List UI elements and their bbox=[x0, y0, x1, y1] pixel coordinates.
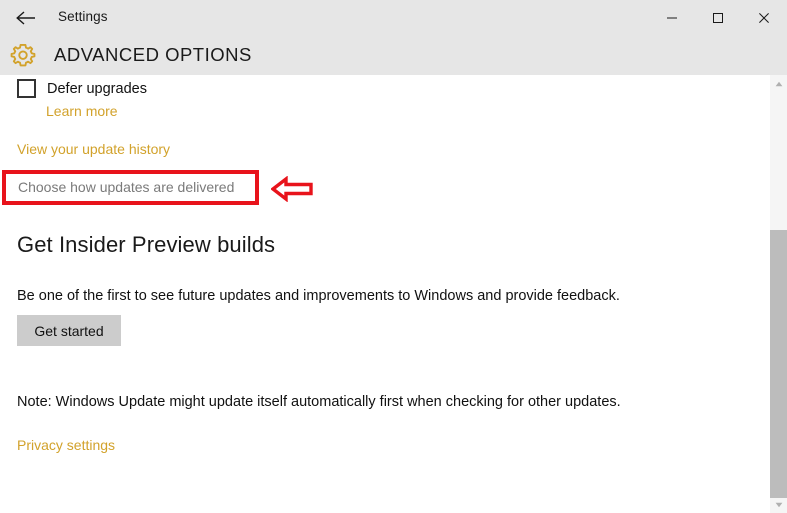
window-title: Settings bbox=[58, 9, 108, 24]
defer-upgrades-label: Defer upgrades bbox=[47, 80, 147, 97]
insider-section-description: Be one of the first to see future update… bbox=[17, 288, 620, 304]
page-header: ADVANCED OPTIONS bbox=[0, 36, 787, 75]
gear-icon bbox=[8, 41, 38, 71]
vertical-scrollbar[interactable] bbox=[770, 75, 787, 513]
maximize-icon bbox=[712, 12, 724, 24]
scroll-down-arrow-icon[interactable] bbox=[770, 496, 787, 513]
close-button[interactable] bbox=[741, 0, 787, 36]
update-note-text: Note: Windows Update might update itself… bbox=[17, 394, 621, 410]
window-controls bbox=[649, 0, 787, 36]
insider-section-heading: Get Insider Preview builds bbox=[17, 232, 276, 257]
maximize-button[interactable] bbox=[695, 0, 741, 36]
learn-more-link[interactable]: Learn more bbox=[46, 103, 118, 119]
get-started-button[interactable]: Get started bbox=[17, 315, 121, 346]
scrollbar-thumb[interactable] bbox=[770, 230, 787, 498]
left-arrow-annotation-icon bbox=[270, 175, 313, 203]
privacy-settings-link[interactable]: Privacy settings bbox=[17, 437, 115, 453]
page-title: ADVANCED OPTIONS bbox=[54, 44, 252, 65]
defer-upgrades-checkbox[interactable] bbox=[17, 79, 36, 98]
close-icon bbox=[758, 12, 770, 24]
back-button[interactable] bbox=[4, 2, 48, 34]
settings-window: Settings ADVANCED OPTIONS Defer upgrades… bbox=[0, 0, 787, 513]
minimize-icon bbox=[666, 12, 678, 24]
choose-how-updates-delivered-link[interactable]: Choose how updates are delivered bbox=[18, 179, 234, 195]
defer-upgrades-row[interactable]: Defer upgrades bbox=[17, 79, 147, 98]
view-update-history-link[interactable]: View your update history bbox=[17, 141, 170, 157]
scroll-up-arrow-icon[interactable] bbox=[770, 75, 787, 92]
settings-content: Defer upgrades Learn more View your upda… bbox=[0, 75, 787, 513]
title-bar: Settings bbox=[0, 0, 787, 36]
back-arrow-icon bbox=[15, 10, 37, 26]
minimize-button[interactable] bbox=[649, 0, 695, 36]
